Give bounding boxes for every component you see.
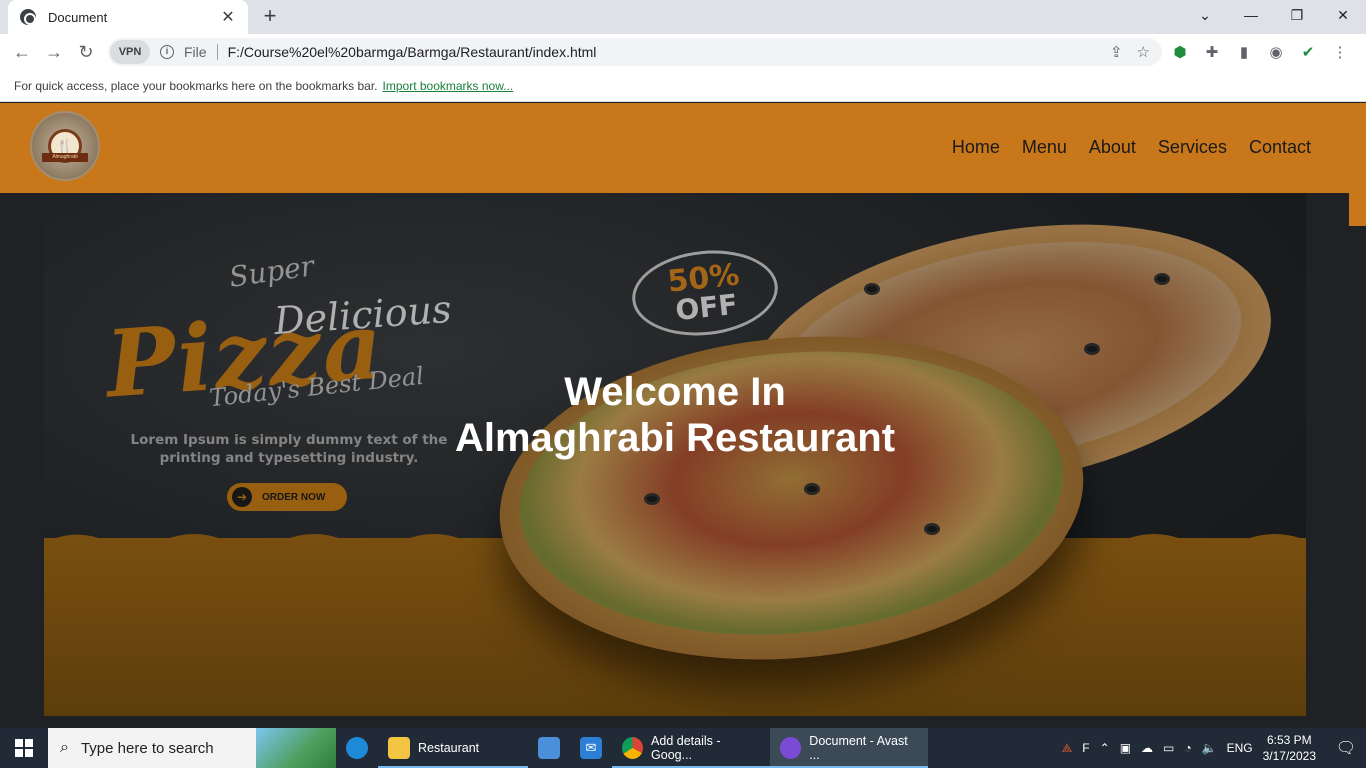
search-highlight-art (256, 728, 336, 768)
clock[interactable]: 6:53 PM 3/17/2023 (1263, 732, 1316, 764)
mail-icon: ✉ (580, 737, 602, 759)
volume-icon[interactable]: 🔈 (1202, 741, 1217, 755)
taskbar-item-restaurant[interactable]: Restaurant (378, 728, 528, 768)
battery-icon[interactable]: ▭ (1163, 741, 1174, 755)
nav-menu[interactable]: Menu (1022, 137, 1067, 158)
extension-icons: ⬢ ✚ ▮ ◉ ✔ ⋮ (1170, 42, 1350, 62)
tray-f-label[interactable]: F (1082, 741, 1089, 755)
taskbar-item-label: Add details - Goog... (651, 734, 721, 762)
tray-app-icon[interactable]: ⟁ (1062, 741, 1073, 756)
share-icon[interactable]: ⇪ (1110, 43, 1123, 61)
hero-title-line1: Welcome In (564, 370, 786, 414)
nav-contact[interactable]: Contact (1249, 137, 1311, 158)
taskbar-item-label: Restaurant (418, 741, 480, 755)
menu-kebab-icon[interactable]: ⋮ (1330, 42, 1350, 62)
browser-tab-strip: Document ✕ + ⌄ — ❐ ✕ (0, 0, 1366, 34)
taskbar-item-avast[interactable]: Document - Avast ... (770, 728, 928, 768)
avast-shield-icon[interactable]: ✔ (1298, 42, 1318, 62)
privacy-shield-icon[interactable]: ⬢ (1170, 42, 1190, 62)
vpn-badge[interactable]: VPN (110, 40, 150, 64)
restore-button[interactable]: ❐ (1274, 0, 1320, 30)
language-indicator[interactable]: ENG (1227, 741, 1253, 755)
taskbar-store[interactable] (528, 728, 570, 768)
back-button[interactable]: ← (10, 40, 34, 64)
taskbar-mail[interactable]: ✉ (570, 728, 612, 768)
tab-title: Document (48, 9, 108, 25)
import-bookmarks-link[interactable]: Import bookmarks now... (383, 79, 514, 93)
reload-button[interactable]: ↻ (74, 40, 98, 64)
minimize-button[interactable]: — (1228, 0, 1274, 30)
forward-button[interactable]: → (42, 40, 66, 64)
windows-logo-icon (15, 739, 33, 757)
search-icon: ⌕ (60, 739, 69, 756)
clock-date: 3/17/2023 (1262, 749, 1316, 763)
side-panel-icon[interactable]: ▮ (1234, 42, 1254, 62)
bookmarks-bar: For quick access, place your bookmarks h… (0, 70, 1366, 102)
restaurant-logo[interactable]: 🍴 Almaghrabi (30, 111, 100, 181)
profile-icon[interactable]: ◉ (1266, 42, 1286, 62)
avast-browser-icon (780, 737, 802, 759)
wifi-icon[interactable]: ◔ (1184, 741, 1191, 755)
windows-taskbar: ⌕ Type here to search Restaurant ✉ Add d… (0, 728, 1366, 768)
onedrive-icon[interactable]: ☁ (1141, 741, 1153, 755)
chrome-icon (622, 737, 644, 759)
hero-title-line2: Almaghrabi Restaurant (454, 416, 896, 460)
device-icon[interactable]: ▣ (1120, 741, 1131, 755)
start-button[interactable] (0, 728, 48, 768)
bookmark-star-icon[interactable]: ☆ (1137, 43, 1150, 61)
new-tab-button[interactable]: + (258, 5, 282, 29)
nav-home[interactable]: Home (952, 137, 1000, 158)
clock-time: 6:53 PM (1266, 733, 1312, 747)
info-icon[interactable]: i (160, 45, 174, 59)
web-page: 🍴 Almaghrabi Home Menu About Services Co… (0, 103, 1366, 728)
logo-ribbon: Almaghrabi (42, 153, 88, 162)
taskbar-edge[interactable] (336, 728, 378, 768)
extensions-puzzle-icon[interactable]: ✚ (1202, 42, 1222, 62)
scrollbar-accent (1349, 193, 1366, 226)
taskbar-item-chrome[interactable]: Add details - Goog... (612, 728, 770, 768)
taskbar-search[interactable]: ⌕ Type here to search (48, 728, 336, 768)
close-tab-icon[interactable]: ✕ (218, 7, 238, 27)
chevron-up-icon[interactable]: ⌃ (1100, 741, 1110, 755)
url-scheme-label: File (184, 44, 218, 60)
system-tray: ⟁ F ⌃ ▣ ☁ ▭ ◔ 🔈 ENG 6:53 PM 3/17/2023 🗨 (1062, 728, 1366, 768)
tab-search-chevron-icon[interactable]: ⌄ (1182, 0, 1228, 30)
scrollbar-track[interactable] (1349, 226, 1366, 728)
globe-icon (20, 9, 36, 25)
bookmarks-hint: For quick access, place your bookmarks h… (14, 78, 378, 93)
notifications-icon[interactable]: 🗨 (1326, 728, 1366, 768)
close-window-button[interactable]: ✕ (1320, 0, 1366, 30)
browser-toolbar: ← → ↻ VPN i File F:/Course%20el%20barmga… (0, 34, 1366, 70)
address-bar[interactable]: VPN i File F:/Course%20el%20barmga/Barmg… (108, 38, 1162, 66)
edge-icon (346, 737, 368, 759)
hero-title: Welcome In Almaghrabi Restaurant (44, 369, 1306, 461)
store-icon (538, 737, 560, 759)
window-controls: ⌄ — ❐ ✕ (1182, 0, 1366, 30)
main-nav: Home Menu About Services Contact (952, 137, 1311, 158)
nav-about[interactable]: About (1089, 137, 1136, 158)
taskbar-item-label: Document - Avast ... (809, 734, 908, 762)
nav-services[interactable]: Services (1158, 137, 1227, 158)
browser-tab[interactable]: Document ✕ (8, 0, 248, 34)
search-placeholder: Type here to search (80, 739, 214, 757)
url-text[interactable]: F:/Course%20el%20barmga/Barmga/Restauran… (228, 44, 1110, 60)
site-header: 🍴 Almaghrabi Home Menu About Services Co… (0, 103, 1366, 193)
folder-icon (388, 737, 410, 759)
hero-banner: 50% OFF Super Pizza Delicious Today's Be… (44, 193, 1306, 716)
